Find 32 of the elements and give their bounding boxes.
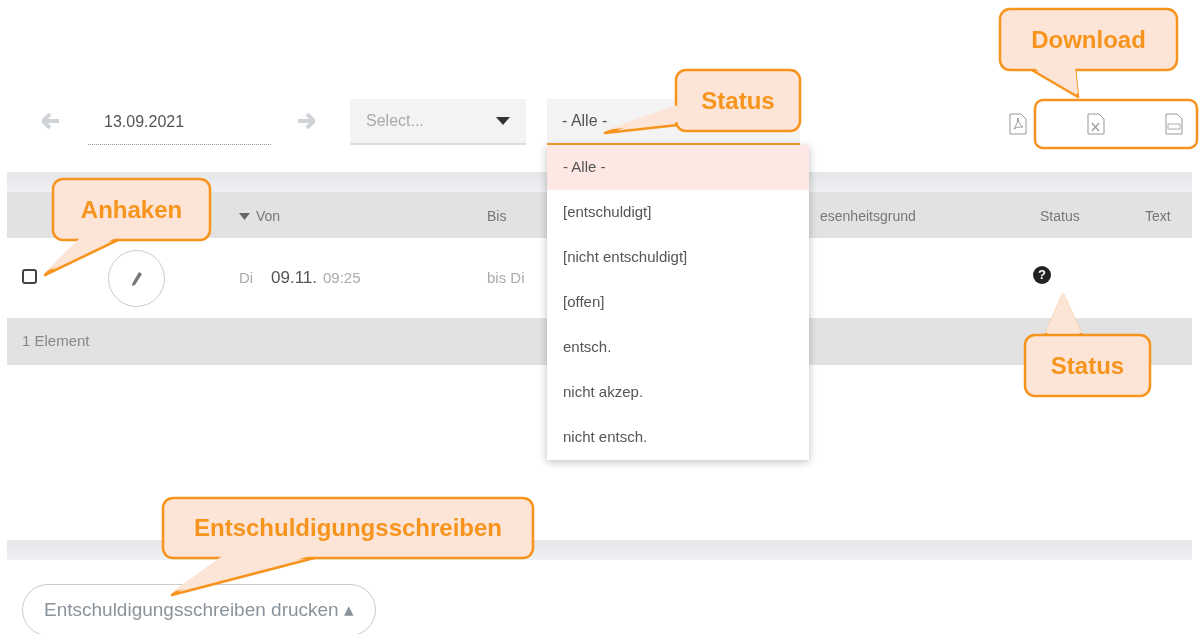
end-date-text: bis Di [487, 268, 525, 288]
status-option[interactable]: [nicht entschuldigt] [547, 235, 809, 280]
arrow-right-icon[interactable] [297, 113, 315, 129]
row-checkbox[interactable] [22, 269, 37, 284]
callout-text: Anhaken [80, 195, 183, 224]
column-header[interactable]: esenheitsgrund [820, 206, 916, 227]
status-option[interactable]: - Alle - [547, 145, 809, 190]
column-header[interactable]: Text [1145, 206, 1171, 227]
arrow-left-icon[interactable] [42, 113, 60, 129]
excel-file-icon[interactable] [1087, 113, 1105, 135]
date-field[interactable]: 13.09.2021 [88, 99, 271, 145]
edit-button[interactable] [108, 250, 165, 307]
status-option[interactable]: entsch. [547, 325, 809, 370]
csv-file-icon[interactable] [1165, 113, 1183, 135]
column-header[interactable]: Von [256, 206, 281, 227]
callout-text: Download [1031, 25, 1146, 54]
caret-down-icon [496, 117, 510, 125]
status-help-icon: ? [1033, 266, 1051, 284]
pdf-file-icon[interactable] [1009, 113, 1027, 135]
status-option[interactable]: [entschuldigt] [547, 190, 809, 235]
status-option[interactable]: [offen] [547, 280, 809, 325]
callout-text: Status [1050, 351, 1125, 380]
pencil-icon [131, 271, 142, 286]
date-text: 09.11. [271, 267, 317, 289]
column-header[interactable]: Status [1040, 206, 1080, 227]
column-header[interactable]: Bis [487, 206, 507, 227]
item-count: 1 Element [22, 331, 90, 352]
time-text: 09:25 [323, 268, 361, 288]
callout-text: Entschuldigungsschreiben [193, 514, 502, 542]
status-option[interactable]: nicht akzep. [547, 370, 809, 415]
weekday-text: Di [239, 268, 254, 288]
status-option[interactable]: nicht entsch. [547, 415, 809, 460]
